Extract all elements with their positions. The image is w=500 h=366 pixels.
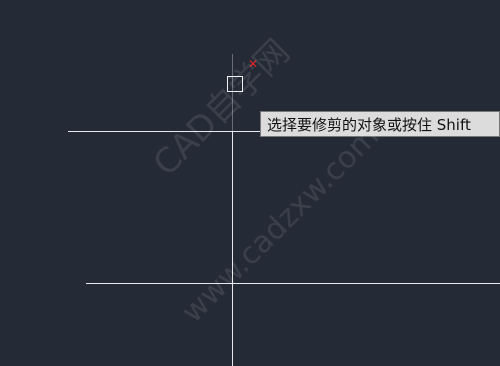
- pickbox-cursor[interactable]: [227, 76, 243, 92]
- horizontal-line-bottom[interactable]: [86, 283, 500, 284]
- cursor-crosshair-line: [232, 54, 233, 131]
- watermark-text-1: CAD自学网: [145, 31, 298, 184]
- command-prompt-tooltip: 选择要修剪的对象或按住 Shift: [260, 111, 500, 137]
- drawing-canvas[interactable]: ✕ 选择要修剪的对象或按住 Shift CAD自学网 www.cadzxw.co…: [0, 0, 500, 366]
- watermark-text-2: www.cadzxw.com: [175, 118, 386, 330]
- vertical-line[interactable]: [232, 131, 233, 366]
- x-mark-icon: ✕: [247, 57, 259, 71]
